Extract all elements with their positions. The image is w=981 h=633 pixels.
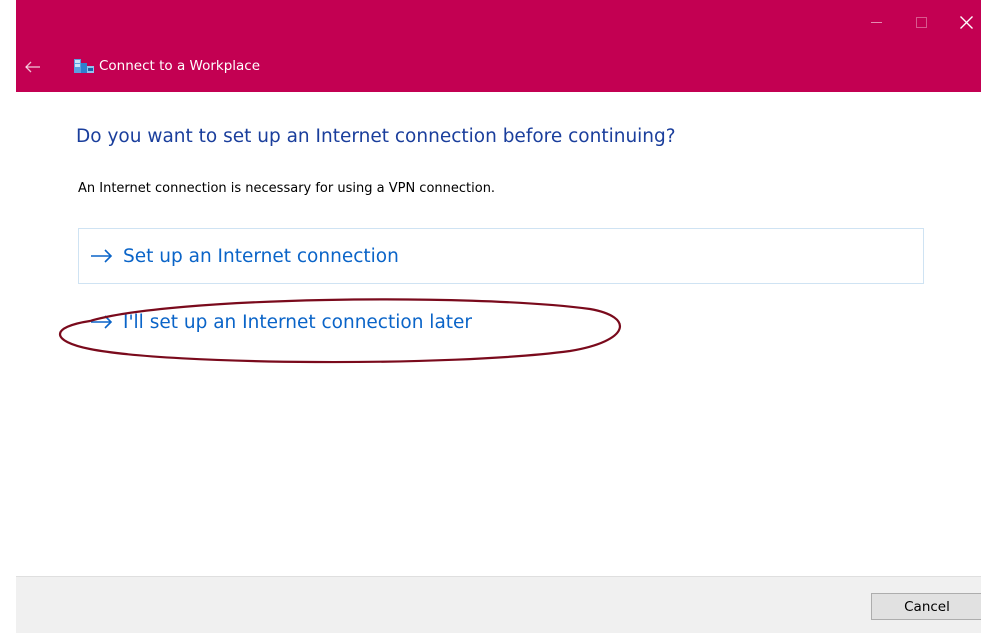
setup-internet-connection-option[interactable]: Set up an Internet connection: [78, 228, 924, 284]
main-content: Do you want to set up an Internet connec…: [16, 92, 981, 576]
connect-to-workplace-window: Connect to a Workplace Do you want to se…: [0, 0, 981, 633]
page-description: An Internet connection is necessary for …: [78, 181, 496, 196]
window-controls: [854, 0, 981, 44]
close-icon: [960, 15, 973, 29]
setup-connection-later-label: I'll set up an Internet connection later: [123, 311, 473, 333]
close-button[interactable]: [944, 0, 981, 44]
arrow-right-icon: [91, 249, 113, 263]
arrow-right-icon: [91, 315, 113, 329]
back-button[interactable]: [22, 56, 44, 78]
dialog-footer: Cancel: [16, 576, 981, 633]
back-arrow-icon: [25, 61, 40, 73]
network-app-icon: [74, 59, 94, 73]
minimize-icon: [871, 21, 882, 23]
maximize-button[interactable]: [899, 0, 944, 44]
cancel-button[interactable]: Cancel: [871, 593, 981, 620]
setup-internet-connection-label: Set up an Internet connection: [123, 245, 399, 267]
setup-connection-later-option[interactable]: I'll set up an Internet connection later: [78, 296, 924, 348]
title-bar: Connect to a Workplace: [16, 0, 981, 92]
maximize-icon: [916, 16, 927, 28]
page-heading: Do you want to set up an Internet connec…: [76, 126, 676, 147]
minimize-button[interactable]: [854, 0, 899, 44]
window-title: Connect to a Workplace: [99, 58, 261, 74]
